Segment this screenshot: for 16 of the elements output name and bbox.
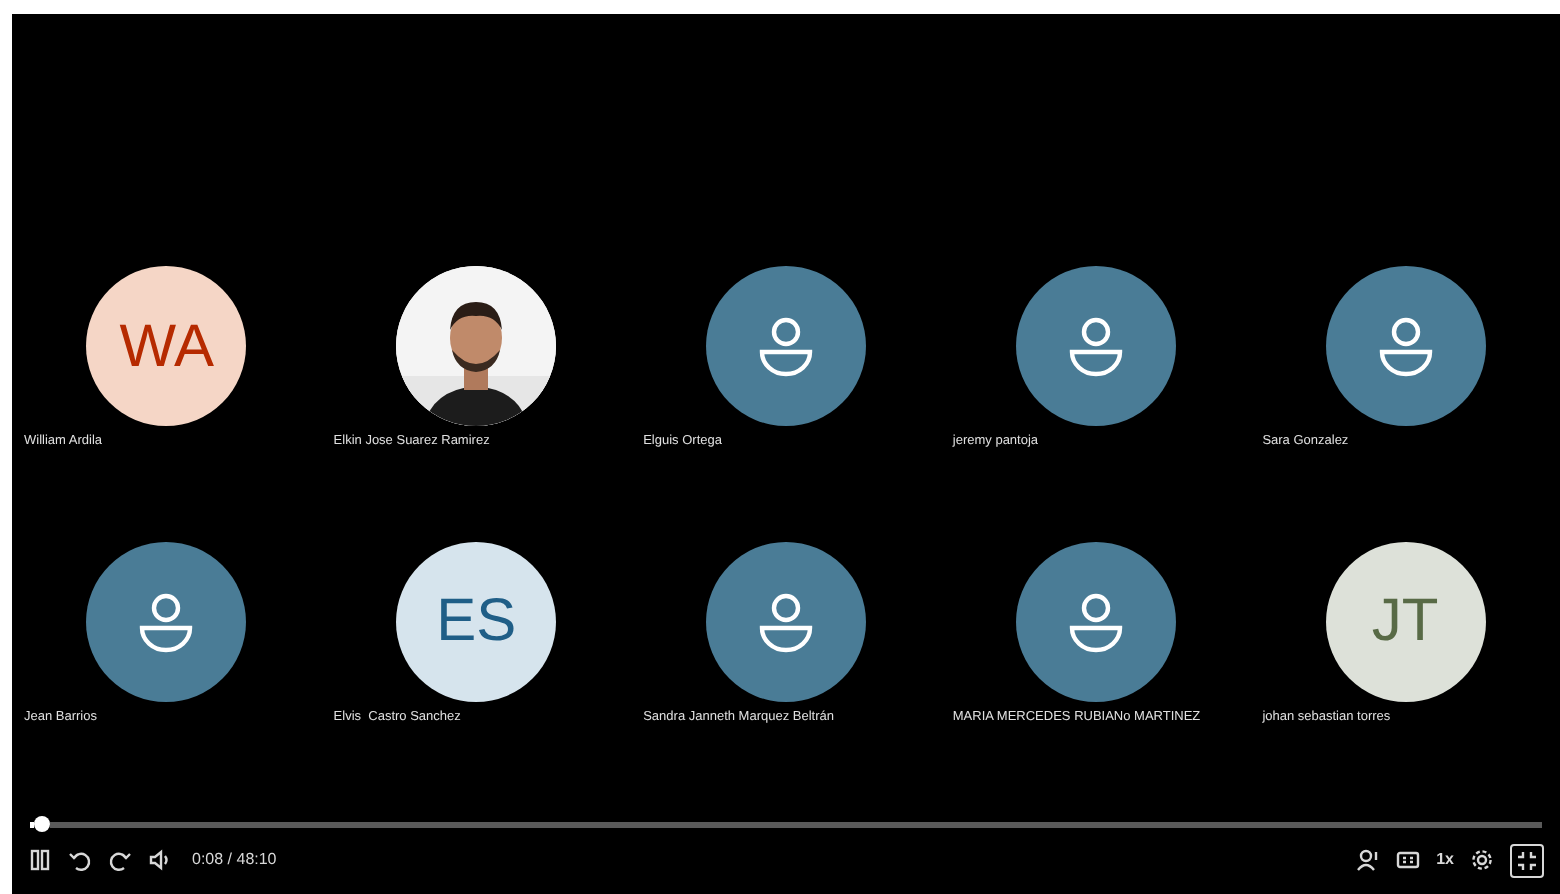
forward-icon[interactable] — [108, 848, 132, 872]
progress-track[interactable] — [50, 821, 1542, 827]
initials-avatar: JT — [1325, 541, 1486, 701]
exit-fullscreen-button[interactable] — [1510, 843, 1544, 877]
settings-icon[interactable] — [1470, 848, 1494, 872]
volume-icon[interactable] — [148, 848, 172, 872]
rewind-icon[interactable] — [68, 848, 92, 872]
playback-time: 0:08 / 48:10 — [192, 848, 277, 872]
people-icon[interactable] — [1356, 848, 1381, 872]
initials-avatar: WA — [86, 266, 247, 426]
initials-avatar: ES — [396, 541, 557, 701]
captions-icon[interactable] — [1396, 848, 1421, 872]
exit-fullscreen-icon — [1516, 849, 1538, 871]
pause-icon[interactable] — [28, 848, 52, 872]
speed-button[interactable]: 1x — [1436, 848, 1454, 872]
progress-thumb[interactable] — [34, 816, 51, 832]
